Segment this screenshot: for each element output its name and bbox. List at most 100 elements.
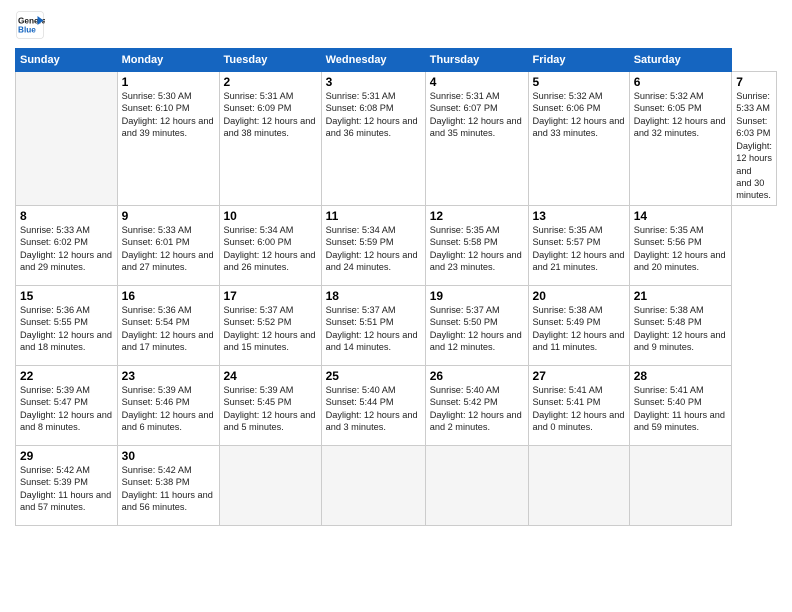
day-cell: 4Sunrise: 5:31 AMSunset: 6:07 PMDaylight…: [425, 72, 528, 206]
calendar-table: SundayMondayTuesdayWednesdayThursdayFrid…: [15, 48, 777, 526]
day-cell: 28Sunrise: 5:41 AMSunset: 5:40 PMDayligh…: [629, 365, 732, 445]
day-number: 29: [20, 449, 113, 463]
day-detail: Sunrise: 5:34 AMSunset: 5:59 PMDaylight:…: [326, 224, 421, 274]
day-detail: Sunrise: 5:39 AMSunset: 5:47 PMDaylight:…: [20, 384, 113, 434]
day-detail: Sunrise: 5:30 AMSunset: 6:10 PMDaylight:…: [122, 90, 215, 140]
col-header-monday: Monday: [117, 49, 219, 72]
day-cell: 5Sunrise: 5:32 AMSunset: 6:06 PMDaylight…: [528, 72, 629, 206]
day-cell: 15Sunrise: 5:36 AMSunset: 5:55 PMDayligh…: [16, 285, 118, 365]
day-cell: 19Sunrise: 5:37 AMSunset: 5:50 PMDayligh…: [425, 285, 528, 365]
day-detail: Sunrise: 5:35 AMSunset: 5:56 PMDaylight:…: [634, 224, 728, 274]
day-number: 24: [224, 369, 317, 383]
day-number: 3: [326, 75, 421, 89]
day-number: 27: [533, 369, 625, 383]
day-number: 20: [533, 289, 625, 303]
week-row-4: 22Sunrise: 5:39 AMSunset: 5:47 PMDayligh…: [16, 365, 777, 445]
day-cell: 21Sunrise: 5:38 AMSunset: 5:48 PMDayligh…: [629, 285, 732, 365]
day-detail: Sunrise: 5:38 AMSunset: 5:49 PMDaylight:…: [533, 304, 625, 354]
day-number: 19: [430, 289, 524, 303]
day-detail: Sunrise: 5:39 AMSunset: 5:46 PMDaylight:…: [122, 384, 215, 434]
col-header-tuesday: Tuesday: [219, 49, 321, 72]
day-cell: 1Sunrise: 5:30 AMSunset: 6:10 PMDaylight…: [117, 72, 219, 206]
day-detail: Sunrise: 5:33 AMSunset: 6:03 PMDaylight:…: [736, 90, 772, 202]
day-detail: Sunrise: 5:39 AMSunset: 5:45 PMDaylight:…: [224, 384, 317, 434]
day-detail: Sunrise: 5:34 AMSunset: 6:00 PMDaylight:…: [224, 224, 317, 274]
col-header-friday: Friday: [528, 49, 629, 72]
week-row-2: 8Sunrise: 5:33 AMSunset: 6:02 PMDaylight…: [16, 205, 777, 285]
day-number: 13: [533, 209, 625, 223]
day-cell: 8Sunrise: 5:33 AMSunset: 6:02 PMDaylight…: [16, 205, 118, 285]
day-number: 21: [634, 289, 728, 303]
day-number: 7: [736, 75, 772, 89]
day-cell: 27Sunrise: 5:41 AMSunset: 5:41 PMDayligh…: [528, 365, 629, 445]
day-detail: Sunrise: 5:42 AMSunset: 5:38 PMDaylight:…: [122, 464, 215, 514]
day-detail: Sunrise: 5:33 AMSunset: 6:02 PMDaylight:…: [20, 224, 113, 274]
day-number: 12: [430, 209, 524, 223]
day-cell: 18Sunrise: 5:37 AMSunset: 5:51 PMDayligh…: [321, 285, 425, 365]
col-header-thursday: Thursday: [425, 49, 528, 72]
day-detail: Sunrise: 5:36 AMSunset: 5:55 PMDaylight:…: [20, 304, 113, 354]
day-detail: Sunrise: 5:40 AMSunset: 5:44 PMDaylight:…: [326, 384, 421, 434]
day-detail: Sunrise: 5:35 AMSunset: 5:58 PMDaylight:…: [430, 224, 524, 274]
day-cell: 6Sunrise: 5:32 AMSunset: 6:05 PMDaylight…: [629, 72, 732, 206]
day-cell: [321, 445, 425, 525]
day-cell: 14Sunrise: 5:35 AMSunset: 5:56 PMDayligh…: [629, 205, 732, 285]
header-row: SundayMondayTuesdayWednesdayThursdayFrid…: [16, 49, 777, 72]
day-number: 2: [224, 75, 317, 89]
day-number: 26: [430, 369, 524, 383]
day-cell: 13Sunrise: 5:35 AMSunset: 5:57 PMDayligh…: [528, 205, 629, 285]
day-cell: 3Sunrise: 5:31 AMSunset: 6:08 PMDaylight…: [321, 72, 425, 206]
day-detail: Sunrise: 5:42 AMSunset: 5:39 PMDaylight:…: [20, 464, 113, 514]
day-number: 17: [224, 289, 317, 303]
day-number: 14: [634, 209, 728, 223]
day-cell: [219, 445, 321, 525]
day-detail: Sunrise: 5:31 AMSunset: 6:07 PMDaylight:…: [430, 90, 524, 140]
day-detail: Sunrise: 5:31 AMSunset: 6:09 PMDaylight:…: [224, 90, 317, 140]
day-detail: Sunrise: 5:33 AMSunset: 6:01 PMDaylight:…: [122, 224, 215, 274]
day-cell: 29Sunrise: 5:42 AMSunset: 5:39 PMDayligh…: [16, 445, 118, 525]
day-detail: Sunrise: 5:37 AMSunset: 5:50 PMDaylight:…: [430, 304, 524, 354]
logo-icon: General Blue: [15, 10, 45, 40]
day-cell: [528, 445, 629, 525]
day-detail: Sunrise: 5:32 AMSunset: 6:05 PMDaylight:…: [634, 90, 728, 140]
week-row-3: 15Sunrise: 5:36 AMSunset: 5:55 PMDayligh…: [16, 285, 777, 365]
day-cell: 12Sunrise: 5:35 AMSunset: 5:58 PMDayligh…: [425, 205, 528, 285]
day-cell: 2Sunrise: 5:31 AMSunset: 6:09 PMDaylight…: [219, 72, 321, 206]
header: General Blue: [15, 10, 777, 40]
day-number: 6: [634, 75, 728, 89]
col-header-saturday: Saturday: [629, 49, 732, 72]
day-number: 11: [326, 209, 421, 223]
col-header-wednesday: Wednesday: [321, 49, 425, 72]
day-cell: 26Sunrise: 5:40 AMSunset: 5:42 PMDayligh…: [425, 365, 528, 445]
day-number: 1: [122, 75, 215, 89]
day-number: 16: [122, 289, 215, 303]
week-row-5: 29Sunrise: 5:42 AMSunset: 5:39 PMDayligh…: [16, 445, 777, 525]
day-number: 23: [122, 369, 215, 383]
day-detail: Sunrise: 5:35 AMSunset: 5:57 PMDaylight:…: [533, 224, 625, 274]
day-number: 25: [326, 369, 421, 383]
day-cell: 30Sunrise: 5:42 AMSunset: 5:38 PMDayligh…: [117, 445, 219, 525]
svg-text:Blue: Blue: [18, 26, 36, 35]
day-cell: [425, 445, 528, 525]
day-detail: Sunrise: 5:37 AMSunset: 5:51 PMDaylight:…: [326, 304, 421, 354]
day-cell: 24Sunrise: 5:39 AMSunset: 5:45 PMDayligh…: [219, 365, 321, 445]
day-number: 4: [430, 75, 524, 89]
day-cell: 23Sunrise: 5:39 AMSunset: 5:46 PMDayligh…: [117, 365, 219, 445]
day-number: 22: [20, 369, 113, 383]
day-cell: 17Sunrise: 5:37 AMSunset: 5:52 PMDayligh…: [219, 285, 321, 365]
day-cell: [629, 445, 732, 525]
day-detail: Sunrise: 5:41 AMSunset: 5:41 PMDaylight:…: [533, 384, 625, 434]
day-cell: 11Sunrise: 5:34 AMSunset: 5:59 PMDayligh…: [321, 205, 425, 285]
day-cell: [16, 72, 118, 206]
day-number: 5: [533, 75, 625, 89]
day-cell: 20Sunrise: 5:38 AMSunset: 5:49 PMDayligh…: [528, 285, 629, 365]
day-detail: Sunrise: 5:31 AMSunset: 6:08 PMDaylight:…: [326, 90, 421, 140]
day-detail: Sunrise: 5:41 AMSunset: 5:40 PMDaylight:…: [634, 384, 728, 434]
day-cell: 9Sunrise: 5:33 AMSunset: 6:01 PMDaylight…: [117, 205, 219, 285]
day-cell: 7Sunrise: 5:33 AMSunset: 6:03 PMDaylight…: [732, 72, 777, 206]
day-cell: 25Sunrise: 5:40 AMSunset: 5:44 PMDayligh…: [321, 365, 425, 445]
calendar-page: General Blue SundayMondayTuesdayWednesda…: [0, 0, 792, 536]
day-cell: 16Sunrise: 5:36 AMSunset: 5:54 PMDayligh…: [117, 285, 219, 365]
day-number: 28: [634, 369, 728, 383]
day-detail: Sunrise: 5:40 AMSunset: 5:42 PMDaylight:…: [430, 384, 524, 434]
